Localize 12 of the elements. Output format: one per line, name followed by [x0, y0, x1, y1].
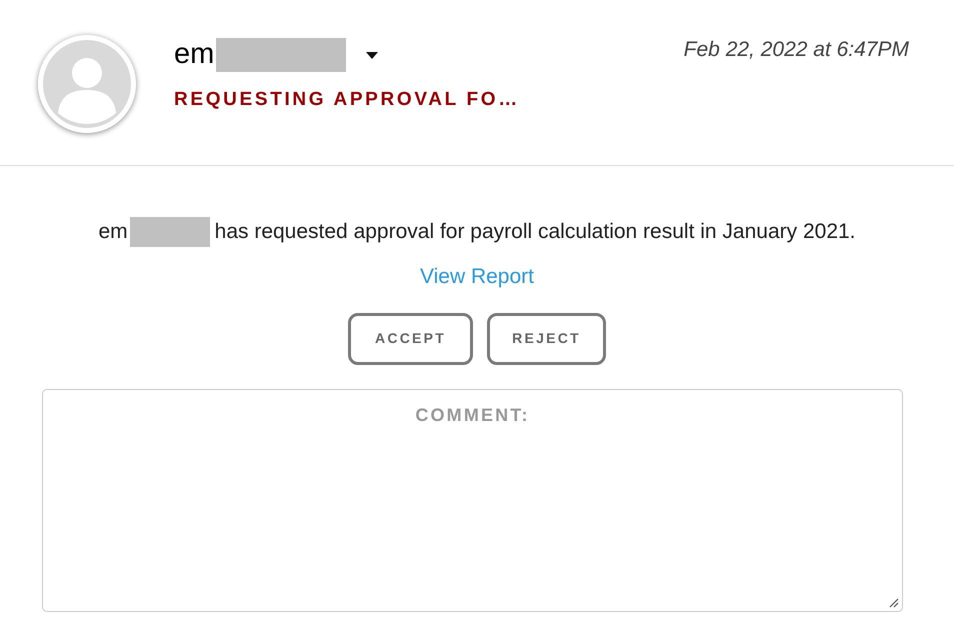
caret-icon[interactable] [366, 52, 378, 58]
request-title: REQUESTING APPROVAL FO… [174, 88, 520, 112]
accept-button[interactable]: ACCEPT [348, 312, 473, 364]
reject-button[interactable]: REJECT [487, 312, 606, 364]
timestamp: Feb 22, 2022 at 6:47PM [684, 37, 909, 63]
request-message: has requested approval for payroll calculation result in January 2021. [214, 219, 856, 246]
user-name: em [174, 37, 214, 72]
resize-handle-icon[interactable] [889, 598, 899, 608]
user-name: em [98, 219, 128, 246]
comment-label: COMMENT: [415, 404, 530, 426]
view-report-link[interactable]: View Report [420, 261, 534, 292]
avatar-icon [38, 35, 136, 133]
